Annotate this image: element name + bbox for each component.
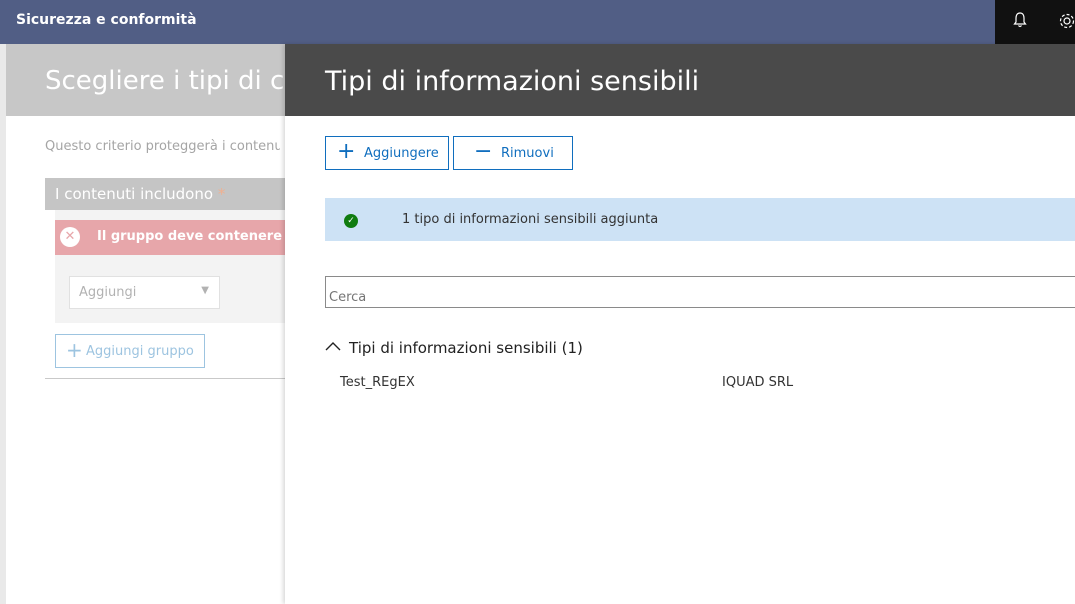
row-publisher: IQUAD SRL [722,375,794,390]
gear-icon[interactable] [1057,11,1075,31]
content-includes-label: I contenuti includono [55,185,214,203]
background-page-title: Scegliere i tipi di co [45,66,285,96]
content-includes-header: I contenuti includono * [45,178,285,210]
plus-icon: + [66,338,83,362]
minus-icon: − [474,139,493,164]
error-icon: ✕ [60,227,80,247]
panel-title: Tipi di informazioni sensibili [325,66,700,97]
sensitive-info-types-panel: Tipi di informazioni sensibili + Aggiung… [285,44,1075,604]
add-group-button[interactable]: + Aggiungi gruppo [55,334,205,368]
group-label: Tipi di informazioni sensibili (1) [349,339,583,357]
group-error-message: Il gruppo deve contenere alm [97,229,285,244]
background-page-description: Questo criterio proteggerà i contenuti [45,139,280,154]
left-edge-strip [0,44,6,604]
required-marker: * [217,185,226,203]
background-page-header: Scegliere i tipi di co [6,44,285,116]
panel-header: Tipi di informazioni sensibili [285,44,1075,116]
success-notice: ✓ 1 tipo di informazioni sensibili aggiu… [325,198,1075,241]
remove-button[interactable]: − Rimuovi [453,136,573,170]
add-dropdown-placeholder: Aggiungi [79,285,137,300]
divider [45,378,285,379]
notice-message: 1 tipo di informazioni sensibili aggiunt… [402,212,659,227]
search-input[interactable] [325,276,1075,308]
group-error-banner: ✕ Il gruppo deve contenere alm [55,220,285,255]
content-includes-label-wrap: I contenuti includono * [55,185,225,203]
chevron-up-icon [325,342,341,351]
add-group-label: Aggiungi gruppo [86,344,194,359]
add-button-label: Aggiungere [364,146,439,161]
add-button[interactable]: + Aggiungere [325,136,449,170]
table-row[interactable]: Test_REgEX IQUAD SRL [340,375,1075,397]
chevron-down-icon: ▼ [201,285,209,296]
add-dropdown[interactable]: Aggiungi ▼ [69,276,220,309]
remove-button-label: Rimuovi [501,146,554,161]
checkmark-icon: ✓ [344,214,358,228]
app-title[interactable]: Sicurezza e conformità [16,12,197,28]
plus-icon: + [337,139,356,164]
bell-icon[interactable] [1011,11,1029,29]
row-name: Test_REgEX [340,375,415,390]
top-bar: Sicurezza e conformità [0,0,1075,44]
